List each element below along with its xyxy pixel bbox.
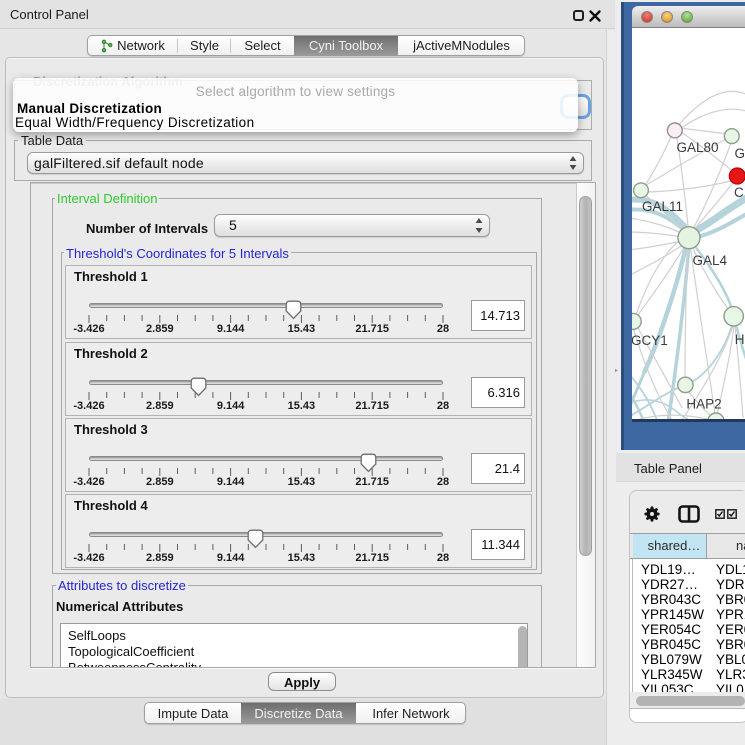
svg-text:H: H — [735, 332, 745, 347]
svg-text:C: C — [734, 185, 744, 200]
svg-text:GAL11: GAL11 — [642, 199, 683, 214]
svg-text:GA: GA — [735, 146, 745, 161]
svg-text:GAL80: GAL80 — [677, 140, 719, 155]
svg-text:GCY1: GCY1 — [632, 333, 668, 348]
svg-text:HAP2: HAP2 — [686, 397, 721, 412]
svg-text:GAL4: GAL4 — [693, 253, 728, 268]
